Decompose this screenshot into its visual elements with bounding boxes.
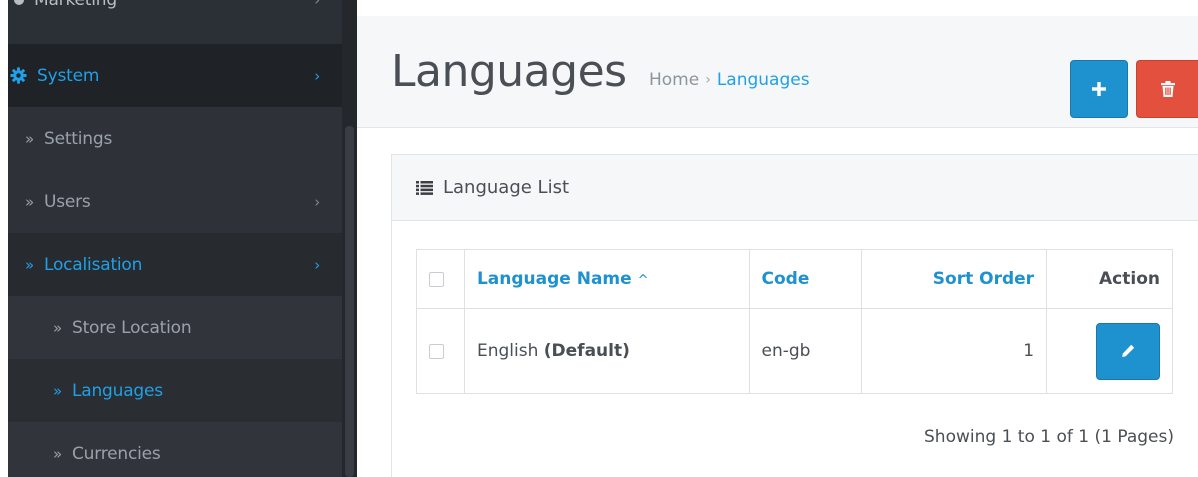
chevron-right-icon: › [314,66,320,85]
sidebar-item-label: Store Location [71,317,192,338]
language-list-panel: Language List Language Name ^ Code Sort … [391,154,1198,477]
select-all-checkbox[interactable] [429,271,444,287]
sidebar-item-store-location[interactable]: » Store Location [8,296,342,359]
table-header-row: Language Name ^ Code Sort Order Action [416,249,1173,309]
sidebar-item-label: System [37,65,100,86]
add-new-button[interactable] [1070,60,1128,118]
breadcrumb: Home › Languages [649,70,810,90]
language-code-cell: en-gb [748,308,863,394]
panel-heading: Language List [392,155,1198,221]
default-label: (Default) [543,341,630,361]
share-icon [12,0,26,7]
language-name: English [476,341,539,361]
breadcrumb-separator: › [705,72,711,88]
sidebar-item-languages[interactable]: » Languages [8,359,342,422]
page-header: Languages Home › Languages [357,16,1198,128]
action-cell [1046,308,1173,394]
double-chevron-right-icon: » [53,318,62,337]
sidebar-item-users[interactable]: » Users › [8,170,342,233]
language-name-cell: English (Default) [463,308,750,394]
chevron-right-icon: › [314,255,320,274]
double-chevron-right-icon: » [53,381,62,400]
sort-ascending-icon: ^ [637,273,649,288]
pagination-text: Showing 1 to 1 of 1 (1 Pages) [924,427,1174,447]
sidebar-item-marketing[interactable]: Marketing › [8,0,342,18]
sidebar-scrollbar-thumb[interactable] [345,126,354,477]
page-title: Languages [391,46,627,97]
left-edge [0,0,8,477]
breadcrumb-current-link[interactable]: Languages [717,70,810,90]
pencil-icon [1121,344,1135,358]
edit-button[interactable] [1096,322,1160,380]
double-chevron-right-icon: » [25,255,34,274]
sidebar-item-label: Users [43,191,91,212]
column-header-action: Action [1046,249,1173,309]
cog-icon [10,67,27,84]
column-header-sort-order[interactable]: Sort Order [861,249,1048,309]
chevron-right-icon: › [314,0,320,9]
breadcrumb-home-link[interactable]: Home [649,70,699,90]
delete-button[interactable] [1136,60,1198,118]
column-header-code[interactable]: Code [748,249,863,309]
sort-order-cell: 1 [861,308,1048,394]
chevron-right-icon: › [314,192,320,211]
sidebar-item-settings[interactable]: » Settings [8,107,342,170]
sidebar-item-currencies[interactable]: » Currencies [8,422,342,477]
main-content: Languages Home › Languages Language List… [357,0,1198,477]
trash-icon [1160,81,1175,97]
double-chevron-right-icon: » [25,192,34,211]
plus-icon [1092,82,1106,96]
sidebar-item-label: Localisation [43,254,143,275]
list-icon [416,180,433,195]
table-row: English (Default) en-gb 1 [416,308,1173,394]
sidebar-item-localisation[interactable]: » Localisation › [8,233,342,296]
sidebar-item-label: Languages [71,380,163,401]
select-all-cell [416,249,465,309]
row-select-cell [416,308,465,394]
sidebar-item-label: Settings [43,128,113,149]
column-header-language-name[interactable]: Language Name ^ [463,249,750,309]
row-checkbox[interactable] [429,343,444,359]
panel-title: Language List [443,177,570,198]
sidebar: Marketing › System › » Settings » Users … [8,0,357,477]
language-table: Language Name ^ Code Sort Order Action E… [416,249,1173,394]
sidebar-item-label: Marketing [34,0,117,10]
column-header-label: Language Name [476,269,632,289]
sidebar-item-label: Currencies [71,443,161,464]
sidebar-item-system[interactable]: System › [8,44,342,107]
double-chevron-right-icon: » [53,444,62,463]
double-chevron-right-icon: » [25,129,34,148]
